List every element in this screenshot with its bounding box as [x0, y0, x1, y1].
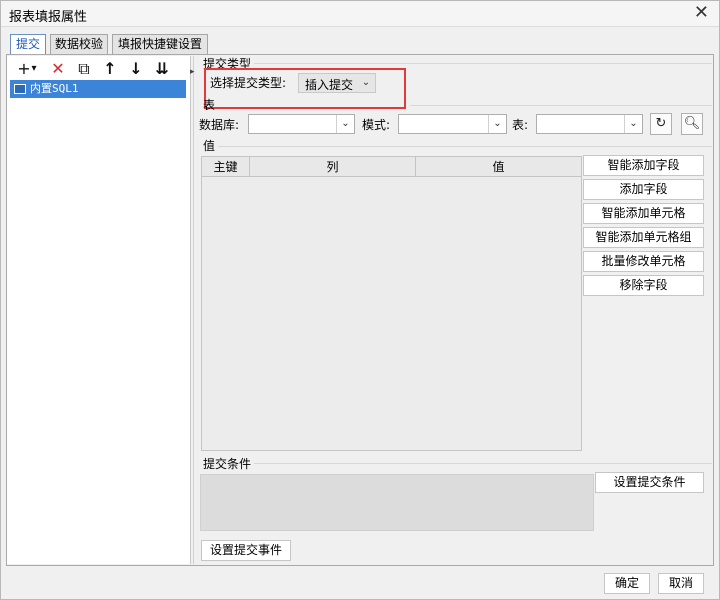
submit-type-select[interactable]: 插入提交 ⌄ [298, 73, 376, 93]
column-header-primary-key[interactable]: 主键 [202, 157, 250, 177]
copy-icon[interactable]: ⧉ [74, 60, 94, 78]
chevron-down-icon: ⌄ [336, 115, 354, 133]
divider [254, 63, 712, 64]
close-icon[interactable]: ✕ [694, 2, 709, 24]
chevron-down-icon: ⌄ [624, 115, 642, 133]
condition-display-area [200, 474, 594, 531]
table-select[interactable]: ⌄ [536, 114, 643, 134]
divider [218, 146, 712, 147]
tree-item-label: 内置SQL1 [30, 82, 79, 95]
add-field-button[interactable]: 添加字段 [583, 179, 704, 200]
field-mapping-table[interactable]: 主键 列 值 [201, 156, 582, 451]
set-submit-condition-button[interactable]: 设置提交条件 [595, 472, 704, 493]
tab-data-validation[interactable]: 数据校验 [50, 34, 108, 54]
schema-select[interactable]: ⌄ [398, 114, 507, 134]
tab-fill-shortcut-settings[interactable]: 填报快捷键设置 [112, 34, 208, 54]
smart-add-cell-group-button[interactable]: 智能添加单元格组 [583, 227, 704, 248]
preview-icon: 🔍︎ [683, 116, 701, 131]
cancel-button[interactable]: 取消 [658, 573, 704, 594]
refresh-button[interactable]: ↻ [650, 113, 672, 135]
delete-icon[interactable]: ✕ [48, 60, 68, 78]
move-down-icon[interactable]: ↓ [126, 60, 146, 78]
move-up-icon[interactable]: ↑ [100, 60, 120, 78]
add-menu-chevron-icon[interactable]: ▾ [28, 60, 40, 78]
column-header-value[interactable]: 值 [416, 157, 581, 177]
chevron-down-icon: ⌄ [488, 115, 506, 133]
ok-button[interactable]: 确定 [604, 573, 650, 594]
smart-add-fields-button[interactable]: 智能添加字段 [583, 155, 704, 176]
database-select[interactable]: ⌄ [248, 114, 355, 134]
table-header: 主键 列 值 [202, 157, 581, 177]
collapse-arrow-icon[interactable]: ▸ [190, 67, 195, 77]
divider [254, 463, 712, 464]
submit-list-pane [7, 56, 191, 564]
condition-section-label: 提交条件 [203, 457, 252, 471]
dialog-title: 报表填报属性 [9, 10, 88, 25]
tab-submit[interactable]: 提交 [10, 34, 46, 55]
move-bottom-icon[interactable]: ⇊ [152, 60, 172, 78]
values-section-label: 值 [203, 139, 216, 153]
column-header-column[interactable]: 列 [250, 157, 416, 177]
table-label: 表: [512, 118, 529, 132]
pane-splitter[interactable] [193, 56, 197, 564]
set-submit-event-button[interactable]: 设置提交事件 [201, 540, 291, 561]
submit-type-field-label: 选择提交类型: [210, 76, 287, 90]
database-label: 数据库: [199, 118, 240, 132]
refresh-icon: ↻ [655, 116, 667, 131]
tree-item-builtin-sql[interactable]: 内置SQL1 [10, 80, 186, 98]
batch-edit-cells-button[interactable]: 批量修改单元格 [583, 251, 704, 272]
remove-field-button[interactable]: 移除字段 [583, 275, 704, 296]
schema-label: 模式: [362, 118, 391, 132]
preview-button[interactable]: 🔍︎ [681, 113, 703, 135]
table-icon [14, 84, 26, 94]
submit-type-value: 插入提交 [305, 78, 354, 92]
chevron-down-icon: ⌄ [361, 77, 371, 88]
divider [410, 105, 712, 106]
smart-add-cells-button[interactable]: 智能添加单元格 [583, 203, 704, 224]
table-section-label: 表 [203, 98, 216, 112]
title-bar: 报表填报属性 ✕ [1, 1, 719, 27]
